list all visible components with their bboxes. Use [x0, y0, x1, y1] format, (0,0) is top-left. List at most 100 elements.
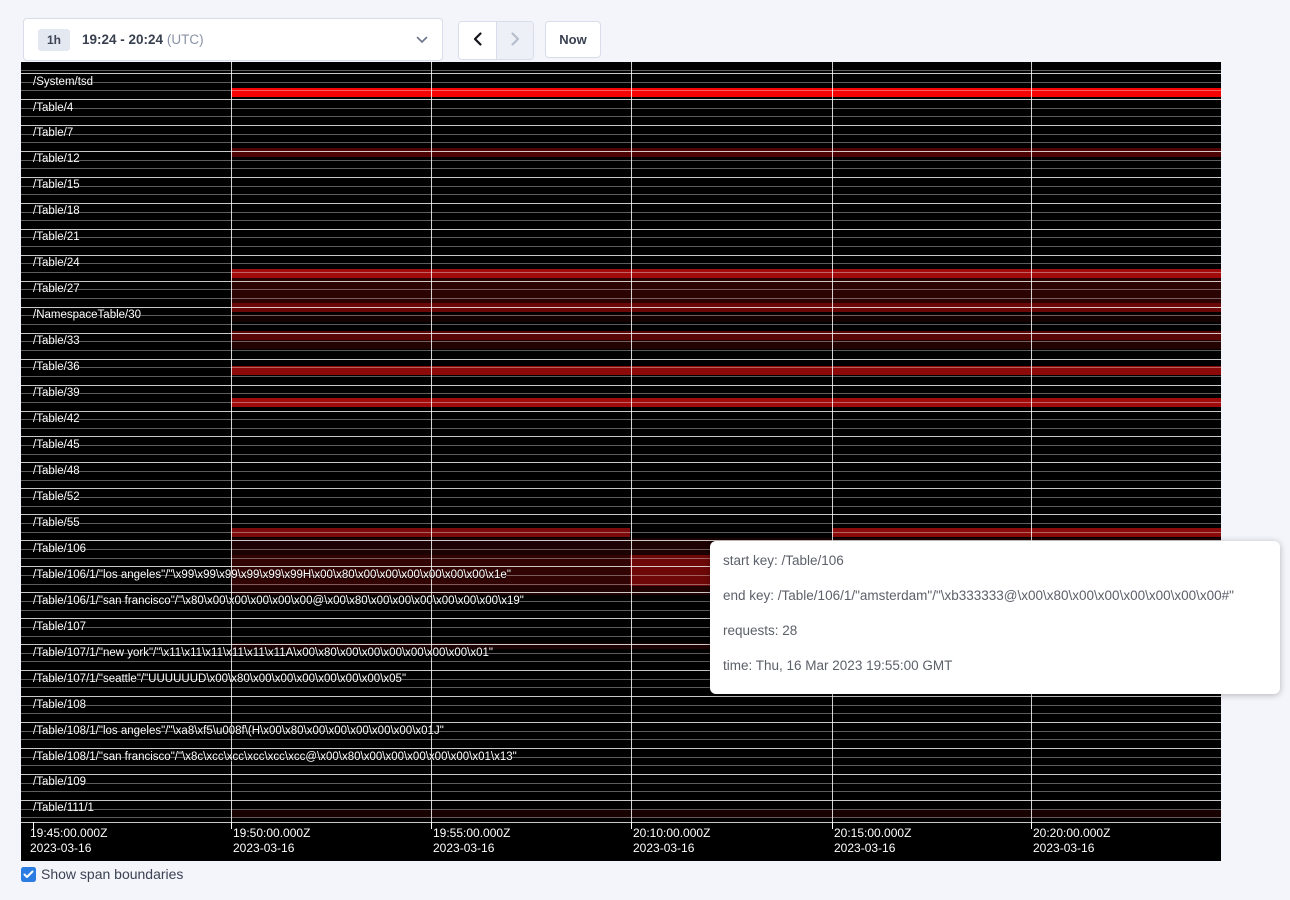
span-boundary-line — [21, 497, 1221, 498]
span-boundary-line — [21, 203, 1221, 204]
row-label: /Table/42 — [33, 413, 80, 425]
row-label: /Table/108 — [33, 699, 86, 711]
span-boundary-line — [21, 99, 1221, 100]
time-range-label: 19:24 - 20:24 (UTC) — [82, 32, 204, 47]
span-boundary-line — [21, 289, 1221, 290]
span-boundary-line — [21, 800, 1221, 801]
row-label: /Table/27 — [33, 283, 80, 295]
span-boundary-line — [21, 809, 1221, 810]
chevron-left-icon — [471, 31, 485, 50]
span-boundary-line — [21, 817, 1221, 818]
span-boundary-line — [21, 523, 1221, 524]
row-label: /Table/12 — [33, 153, 80, 165]
span-boundary-line — [21, 333, 1221, 334]
span-boundary-line — [21, 168, 1221, 169]
row-label: /Table/107 — [33, 621, 86, 633]
span-boundary-line — [21, 341, 1221, 342]
row-label: /Table/18 — [33, 205, 80, 217]
heat-strip — [231, 278, 1221, 303]
span-boundary-line — [21, 315, 1221, 316]
span-boundary-line — [21, 142, 1221, 143]
row-label: /Table/108/1/"los angeles"/"\xa8\xf5\u00… — [33, 725, 444, 737]
span-boundary-line — [21, 713, 1221, 714]
row-label: /Table/108/1/"san francisco"/"\x8c\xcc\x… — [33, 751, 517, 763]
time-range-select[interactable]: 1h 19:24 - 20:24 (UTC) — [23, 18, 443, 61]
span-boundary-line — [21, 229, 1221, 230]
span-boundary-line — [21, 376, 1221, 377]
chevron-right-icon — [508, 31, 522, 50]
span-boundary-line — [21, 514, 1221, 515]
show-span-boundaries-checkbox[interactable] — [21, 867, 36, 882]
span-boundary-line — [21, 445, 1221, 446]
span-boundary-line — [21, 246, 1221, 247]
span-boundary-line — [21, 194, 1221, 195]
key-visualizer-canvas[interactable]: /System/tsd/Table/4/Table/7/Table/12/Tab… — [21, 62, 1221, 861]
axis-boundary-line — [21, 822, 1221, 823]
span-boundary-line — [21, 393, 1221, 394]
span-boundary-line — [21, 237, 1221, 238]
time-range-value: 19:24 - 20:24 — [82, 32, 163, 47]
span-boundary-line — [21, 255, 1221, 256]
span-boundary-line — [21, 774, 1221, 775]
span-boundary-line — [21, 791, 1221, 792]
span-boundary-line — [21, 82, 1221, 83]
span-boundary-line — [21, 471, 1221, 472]
heat-strip — [231, 148, 1221, 157]
span-boundary-line — [21, 281, 1221, 282]
span-boundary-line — [21, 186, 1221, 187]
axis-time-label: 19:55:00.000Z2023-03-16 — [433, 826, 510, 856]
span-boundary-line — [21, 402, 1221, 403]
prev-time-button[interactable] — [459, 22, 496, 59]
row-label: /Table/48 — [33, 465, 80, 477]
axis-tick — [631, 822, 632, 829]
next-time-button[interactable] — [496, 22, 533, 59]
span-boundary-line — [21, 350, 1221, 351]
span-boundary-line — [21, 324, 1221, 325]
span-boundary-line — [21, 462, 1221, 463]
span-boundary-line — [21, 488, 1221, 489]
span-boundary-line — [21, 263, 1221, 264]
row-label: /Table/21 — [33, 231, 80, 243]
time-nav-button-group — [458, 21, 534, 60]
span-boundary-line — [21, 411, 1221, 412]
time-range-duration-badge: 1h — [38, 29, 70, 51]
span-boundary-line — [21, 748, 1221, 749]
row-label: /Table/7 — [33, 127, 73, 139]
check-icon — [23, 866, 34, 882]
row-label: /Table/15 — [33, 179, 80, 191]
show-span-boundaries-label: Show span boundaries — [41, 866, 183, 882]
span-boundary-line — [21, 298, 1221, 299]
axis-tick — [231, 822, 232, 829]
tooltip-end-key: end key: /Table/106/1/"amsterdam"/"\xb33… — [723, 588, 1267, 603]
span-boundary-line — [21, 307, 1221, 308]
span-boundary-line — [21, 220, 1221, 221]
axis-time-label: 20:10:00.000Z2023-03-16 — [633, 826, 710, 856]
span-boundary-line — [21, 73, 1221, 74]
span-boundary-line — [21, 367, 1221, 368]
span-boundary-line — [21, 532, 1221, 533]
span-boundary-line — [21, 359, 1221, 360]
axis-tick — [431, 822, 432, 829]
row-label: /Table/106/1/"san francisco"/"\x80\x00\x… — [33, 595, 524, 607]
span-boundary-line — [21, 783, 1221, 784]
row-label: /System/tsd — [33, 76, 93, 88]
row-label: /Table/24 — [33, 257, 80, 269]
span-boundary-line — [21, 108, 1221, 109]
span-boundary-line — [21, 385, 1221, 386]
row-label: /Table/106/1/"los angeles"/"\x99\x99\x99… — [33, 569, 511, 581]
span-boundary-line — [21, 90, 1221, 91]
axis-time-label: 20:20:00.000Z2023-03-16 — [1033, 826, 1110, 856]
span-boundary-line — [21, 696, 1221, 697]
axis-tick — [1031, 822, 1032, 829]
span-tooltip: start key: /Table/106 end key: /Table/10… — [710, 541, 1280, 694]
row-label: /Table/107/1/"new york"/"\x11\x11\x11\x1… — [33, 647, 493, 659]
span-boundary-line — [21, 428, 1221, 429]
span-boundary-line — [21, 151, 1221, 152]
row-label: /Table/55 — [33, 517, 80, 529]
span-boundary-line — [21, 272, 1221, 273]
now-button[interactable]: Now — [545, 21, 601, 58]
row-label: /Table/39 — [33, 387, 80, 399]
row-label: /Table/109 — [33, 776, 86, 788]
row-label: /Table/52 — [33, 491, 80, 503]
heat-strip — [231, 269, 1221, 278]
